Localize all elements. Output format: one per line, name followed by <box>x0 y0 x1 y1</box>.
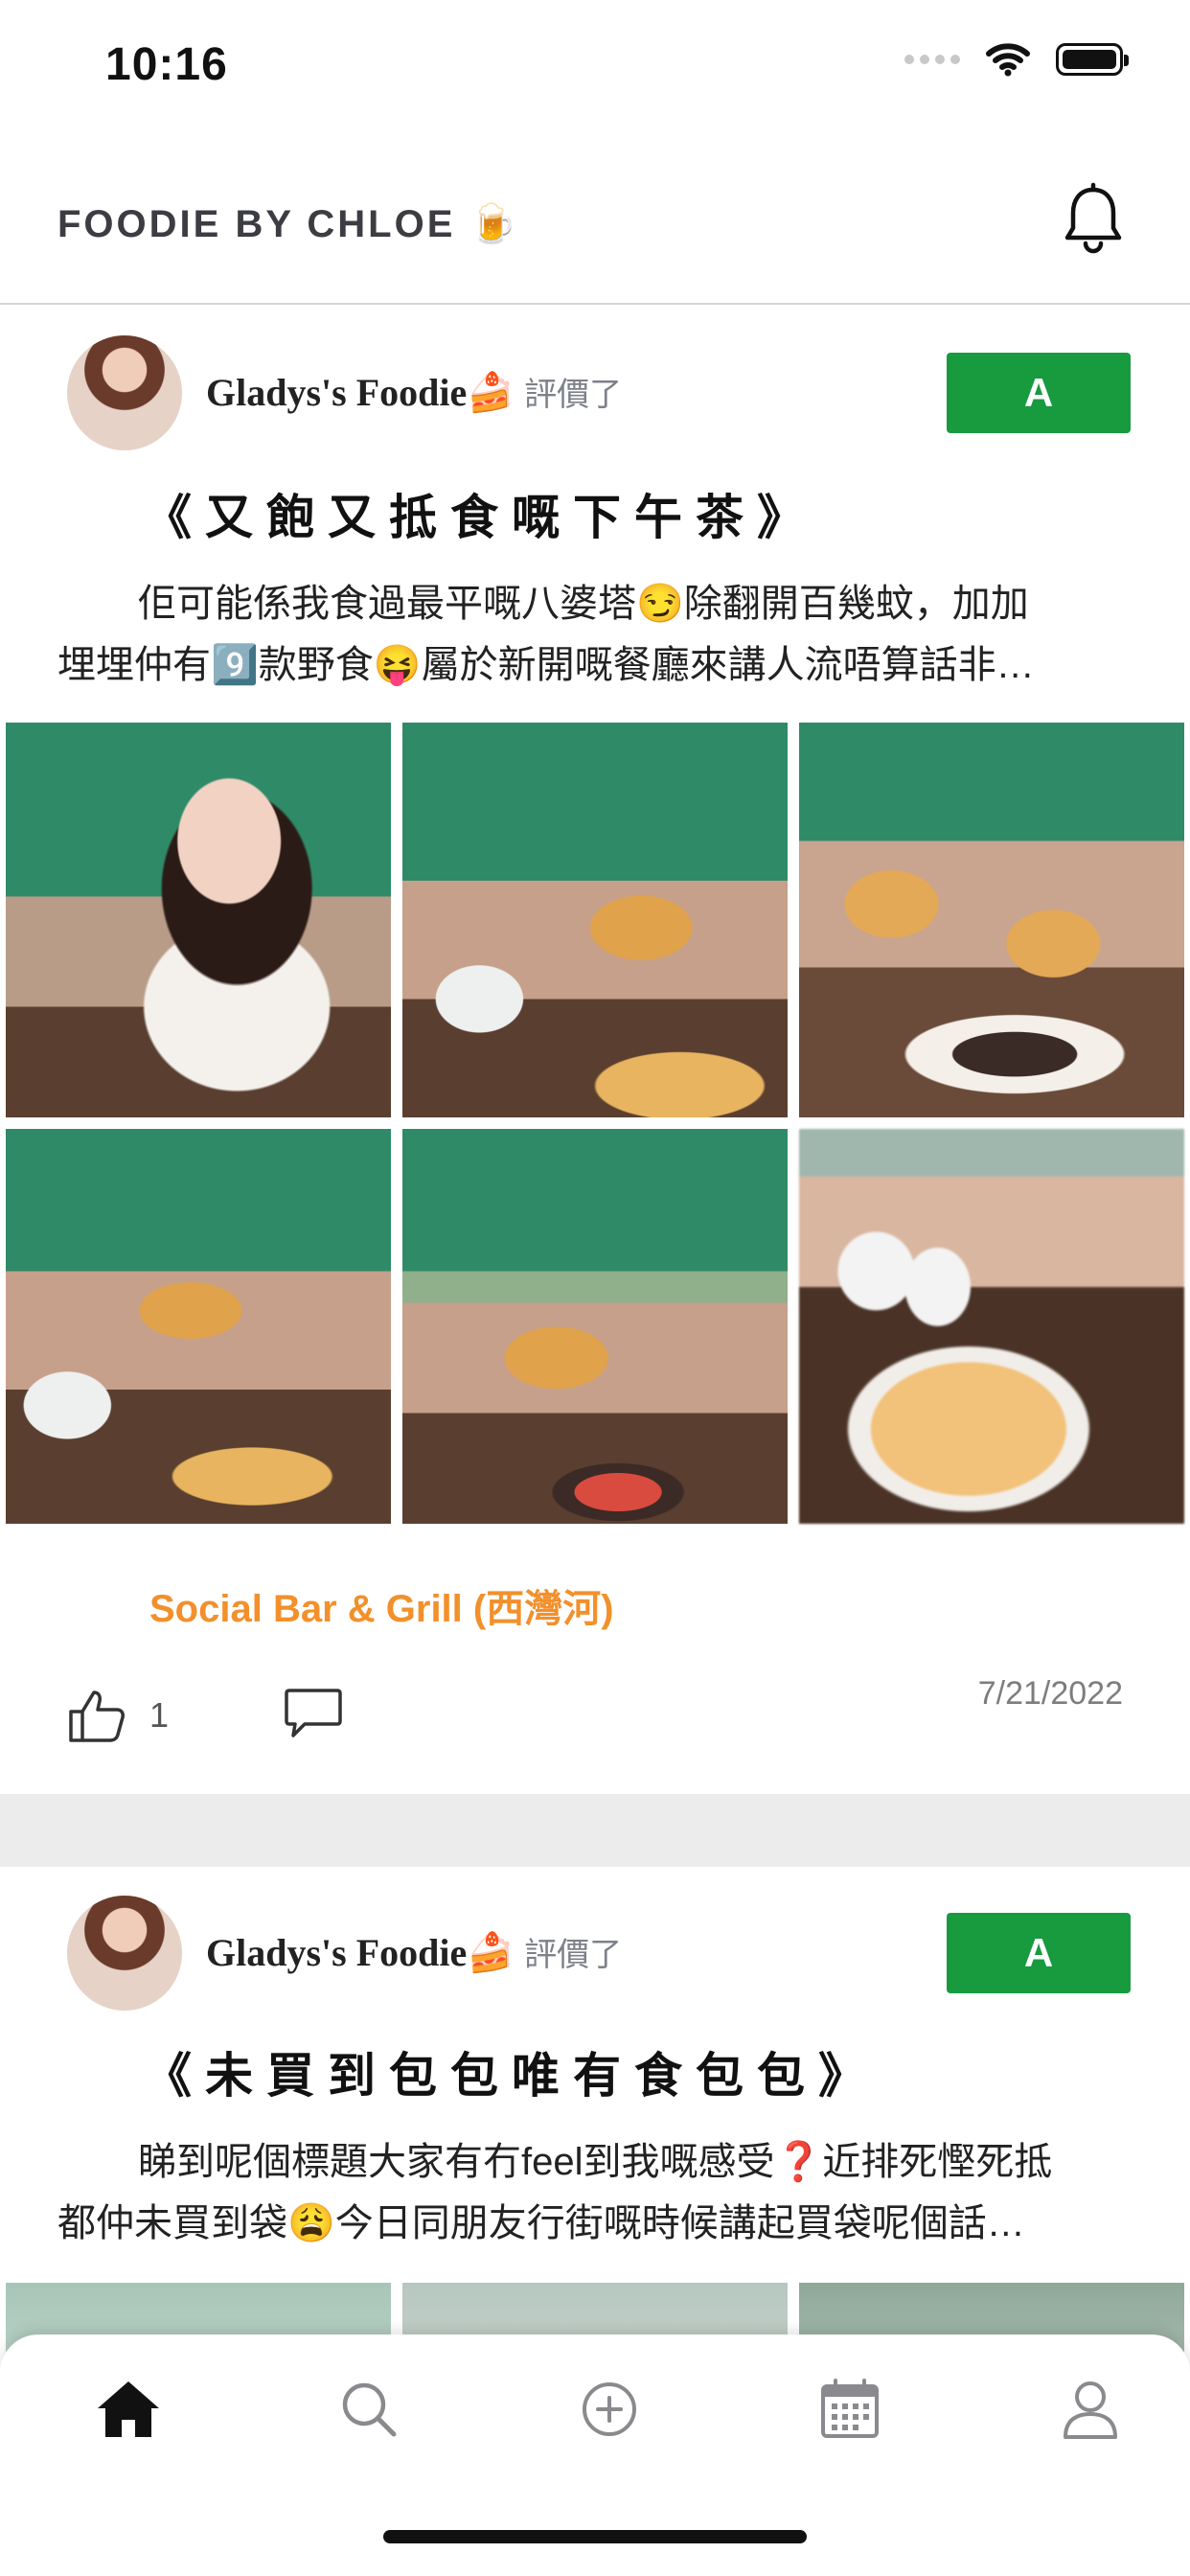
tab-create[interactable] <box>573 2373 646 2446</box>
author-avatar[interactable] <box>67 335 182 450</box>
post-photo[interactable] <box>402 723 788 1117</box>
restaurant-link[interactable]: Social Bar & Grill (西灣河) <box>149 1577 614 1633</box>
author-avatar[interactable] <box>67 1896 182 2011</box>
post-excerpt[interactable]: 睇到呢個標題大家有冇feel到我嘅感受❓近排死慳死抵 都仲未買到袋😩今日同朋友行… <box>57 2131 1131 2254</box>
calendar-icon <box>821 2379 879 2438</box>
post-photo[interactable] <box>799 723 1184 1117</box>
post-date: 7/21/2022 <box>977 1675 1123 1712</box>
post-actions: 1 <box>67 1685 343 1745</box>
author-line: Gladys's Foodie🍰 評價了 <box>206 368 622 415</box>
search-icon <box>342 2382 397 2437</box>
app-title: FOODIE BY CHLOE 🍺 <box>57 203 520 245</box>
tab-search[interactable] <box>332 2373 405 2446</box>
status-bar: 10:16 <box>0 0 1190 125</box>
post-excerpt[interactable]: 佢可能係我食過最平嘅八婆塔😏除翻開百幾蚊，加加 埋埋仲有9️⃣款野食😝屬於新開嘅… <box>57 573 1131 696</box>
app-header: FOODIE BY CHLOE 🍺 <box>0 144 1190 305</box>
rated-label: 評價了 <box>524 377 623 413</box>
notification-bell-icon[interactable] <box>1060 182 1127 255</box>
excerpt-line: 都仲未買到袋😩今日同朋友行街嘅時候講起買袋呢個話… <box>57 2202 1025 2244</box>
like-button[interactable]: 1 <box>67 1687 169 1744</box>
status-time: 10:16 <box>105 39 228 90</box>
post-photo[interactable] <box>6 1129 391 1524</box>
home-indicator <box>383 2530 807 2543</box>
tab-profile[interactable] <box>1054 2373 1127 2446</box>
status-icons <box>904 42 1129 77</box>
tab-calendar[interactable] <box>813 2373 886 2446</box>
comment-icon <box>285 1689 342 1737</box>
excerpt-line: 睇到呢個標題大家有冇feel到我嘅感受❓近排死慳死抵 <box>138 2141 1053 2183</box>
post-separator <box>0 1794 1190 1867</box>
like-count: 1 <box>149 1694 170 1735</box>
feed-post[interactable]: Gladys's Foodie🍰 評價了 A 《未買到包包唯有食包包》 睇到呢個標… <box>0 1886 1190 2369</box>
excerpt-line: 埋埋仲有9️⃣款野食😝屬於新開嘅餐廳來講人流唔算話非… <box>57 644 1035 686</box>
post-title[interactable]: 《未買到包包唯有食包包》 <box>144 2037 880 2106</box>
add-circle-icon <box>583 2382 636 2436</box>
grade-badge: A <box>947 353 1131 433</box>
wifi-icon <box>986 43 1030 77</box>
post-photo[interactable] <box>799 1129 1184 1524</box>
thumbs-up-icon <box>69 1690 125 1742</box>
profile-icon <box>1064 2381 1117 2439</box>
rated-label: 評價了 <box>524 1937 623 1973</box>
post-photo[interactable] <box>402 1129 788 1524</box>
post-photo[interactable] <box>6 723 391 1117</box>
home-icon <box>98 2381 159 2437</box>
comment-button[interactable] <box>284 1685 343 1745</box>
cellular-signal-icon <box>904 55 960 64</box>
excerpt-line: 佢可能係我食過最平嘅八婆塔😏除翻開百幾蚊，加加 <box>138 583 1029 625</box>
feed-post[interactable]: Gladys's Foodie🍰 評價了 A 《又飽又抵食嘅下午茶》 佢可能係我食… <box>0 326 1190 1792</box>
photo-grid <box>6 723 1184 1524</box>
author-name[interactable]: Gladys's Foodie🍰 <box>206 1931 515 1974</box>
author-line: Gladys's Foodie🍰 評價了 <box>206 1928 622 1975</box>
tab-home[interactable] <box>92 2373 165 2446</box>
post-title[interactable]: 《又飽又抵食嘅下午茶》 <box>144 479 818 548</box>
grade-badge: A <box>947 1913 1131 1993</box>
battery-icon <box>1056 43 1129 76</box>
author-name[interactable]: Gladys's Foodie🍰 <box>206 371 515 414</box>
